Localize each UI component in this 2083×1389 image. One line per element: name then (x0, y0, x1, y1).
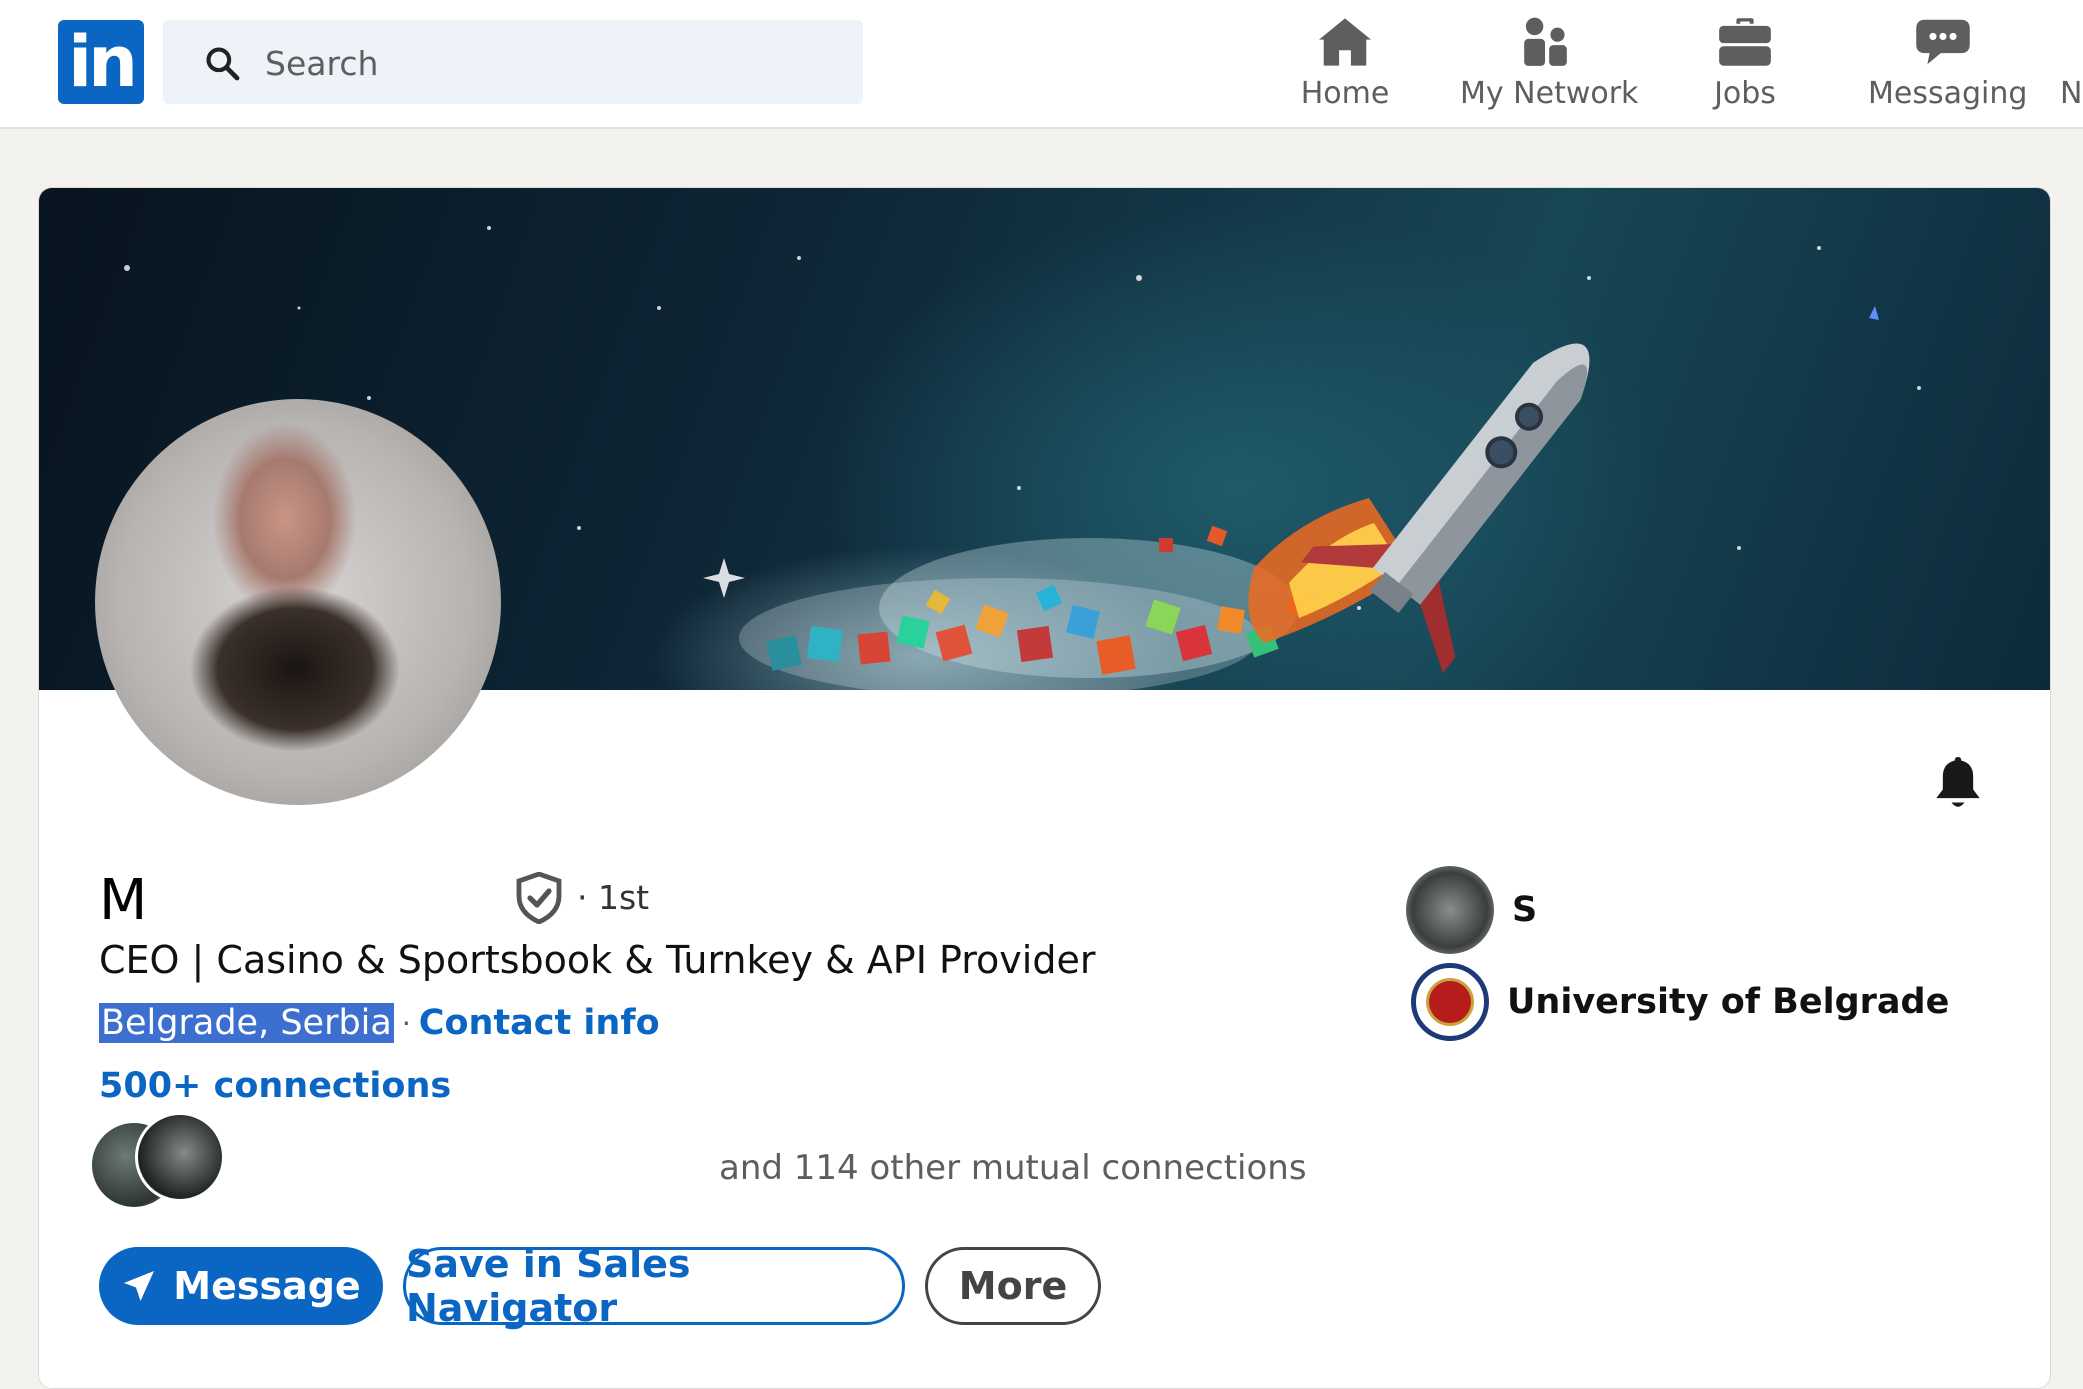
more-button[interactable]: More (925, 1247, 1101, 1325)
location-separator: · (401, 1006, 411, 1040)
profile-card: M · 1st CEO | Casino & Sportsbook & Turn… (38, 187, 2051, 1389)
nav-jobs-label: Jobs (1714, 76, 1776, 111)
save-in-sales-navigator-button[interactable]: Save in Sales Navigator (403, 1242, 905, 1330)
message-button-label: Message (173, 1264, 361, 1308)
profile-location: Belgrade, Serbia (99, 1003, 394, 1043)
save-in-sales-navigator-label: Save in Sales Navigator (406, 1242, 691, 1330)
home-icon (1319, 18, 1371, 66)
search-box[interactable] (163, 20, 863, 106)
send-icon (124, 1271, 155, 1301)
bell-icon[interactable] (1932, 754, 1984, 812)
briefcase-icon (1719, 18, 1771, 66)
nav-home-label: Home (1300, 76, 1390, 111)
location-row: Belgrade, Serbia · Contact info (99, 1003, 660, 1043)
nav-messaging[interactable]: Messaging (1868, 14, 2028, 114)
nav-notifications-label: N (2060, 76, 2083, 111)
nav-messaging-label: Messaging (1868, 76, 2028, 111)
people-icon (1524, 17, 1567, 66)
search-input[interactable] (263, 20, 827, 106)
avatar (135, 1112, 225, 1202)
nav-my-network[interactable]: My Network (1460, 14, 1639, 114)
education-entry[interactable]: University of Belgrade (1411, 963, 1949, 1041)
message-button[interactable]: Message (99, 1247, 383, 1325)
nav-home[interactable]: Home (1295, 14, 1395, 114)
company-name: S (1512, 890, 1538, 930)
contact-info-link[interactable]: Contact info (419, 1003, 660, 1043)
verification-shield-icon[interactable] (515, 872, 563, 924)
connections-link[interactable]: 500+ connections (99, 1066, 451, 1106)
connection-degree: · 1st (577, 878, 650, 917)
current-company[interactable]: S (1406, 866, 1537, 954)
nav-notifications[interactable]: N (2060, 14, 2083, 114)
profile-name: M (99, 868, 148, 933)
profile-photo[interactable] (95, 399, 501, 805)
university-logo (1411, 963, 1489, 1041)
mutual-connection-avatars[interactable] (89, 1112, 229, 1210)
search-icon (206, 47, 240, 81)
company-logo (1406, 866, 1494, 954)
profile-headline: CEO | Casino & Sportsbook & Turnkey & AP… (99, 938, 1096, 982)
nav-my-network-label: My Network (1460, 76, 1639, 111)
more-button-label: More (958, 1264, 1068, 1308)
nav-jobs[interactable]: Jobs (1700, 14, 1790, 114)
chat-icon (1916, 19, 1970, 65)
education-name: University of Belgrade (1507, 982, 1950, 1022)
mutual-connections-text[interactable]: and 114 other mutual connections (719, 1148, 1307, 1188)
linkedin-logo[interactable]: in (58, 20, 144, 104)
global-nav: in Home My Network (0, 0, 2083, 129)
